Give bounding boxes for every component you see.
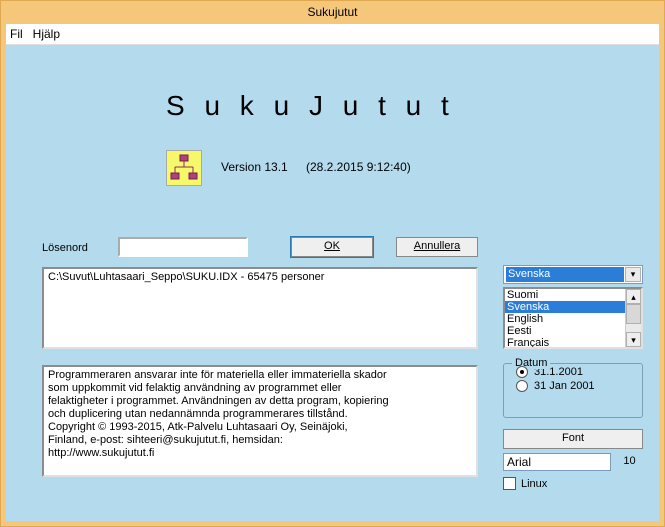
font-size-field: 10 [616, 453, 643, 471]
date-format-group: Datum 31.1.2001 31 Jan 2001 [503, 363, 643, 418]
info-line: som uppkommit vid felaktig användning av… [48, 382, 472, 395]
radio-label: 31 Jan 2001 [534, 380, 595, 392]
chevron-down-icon[interactable]: ▾ [625, 267, 641, 282]
ok-button[interactable]: OK [291, 237, 373, 257]
list-item[interactable]: Eesti [505, 325, 641, 337]
file-path-text: C:\Suvut\Luhtasaari_Seppo\SUKU.IDX - 654… [48, 271, 324, 283]
info-textbox[interactable]: Programmeraren ansvarar inte för materie… [42, 365, 478, 477]
radio-icon[interactable] [516, 380, 528, 392]
language-listbox[interactable]: Suomi Svenska English Eesti Français ▴ ▾ [503, 287, 643, 349]
build-label: (28.2.2015 9:12:40) [306, 160, 411, 174]
client-area: S u k u J u t u t Version 13.1 (28.2.201… [6, 45, 659, 521]
font-name-field[interactable]: Arial [503, 453, 611, 471]
app-window: Sukujutut Fil Hjälp S u k u J u t u t Ve… [0, 0, 665, 527]
info-line: Copyright © 1993-2015, Atk-Palvelu Luhta… [48, 421, 472, 434]
linux-label: Linux [521, 478, 547, 490]
list-item[interactable]: English [505, 313, 641, 325]
list-item[interactable]: Français [505, 337, 641, 349]
language-dropdown[interactable]: Svenska ▾ [503, 265, 643, 284]
scroll-thumb[interactable] [626, 304, 641, 324]
info-line: felaktigheter i programmet. Användningen… [48, 395, 472, 408]
password-label: Lösenord [42, 242, 88, 254]
cancel-button[interactable]: Annullera [396, 237, 478, 257]
info-line: och duplicering utan nedannämnda program… [48, 408, 472, 421]
list-item[interactable]: Suomi [505, 289, 641, 301]
font-button[interactable]: Font [503, 429, 643, 449]
linux-checkbox-row[interactable]: Linux [503, 477, 547, 490]
titlebar[interactable]: Sukujutut [1, 1, 664, 23]
language-selected: Svenska [506, 267, 624, 282]
version-label: Version 13.1 [221, 160, 288, 174]
date-option-2[interactable]: 31 Jan 2001 [516, 380, 642, 392]
cancel-button-label: Annullera [414, 240, 460, 252]
app-title: S u k u J u t u t [166, 90, 455, 122]
info-line: Programmeraren ansvarar inte för materie… [48, 369, 472, 382]
app-icon [166, 150, 202, 186]
password-input[interactable] [118, 237, 248, 257]
radio-icon[interactable] [516, 366, 528, 378]
list-item[interactable]: Svenska [505, 301, 641, 313]
info-line: Finland, e-post: sihteeri@sukujutut.fi, … [48, 434, 472, 447]
scrollbar[interactable]: ▴ ▾ [625, 289, 641, 347]
menu-help[interactable]: Hjälp [33, 27, 60, 41]
scroll-up-icon[interactable]: ▴ [626, 289, 641, 304]
linux-checkbox[interactable] [503, 477, 516, 490]
ok-button-label: OK [324, 240, 340, 252]
menubar: Fil Hjälp [6, 24, 659, 45]
info-line: http://www.sukujutut.fi [48, 447, 472, 460]
file-path-box[interactable]: C:\Suvut\Luhtasaari_Seppo\SUKU.IDX - 654… [42, 267, 478, 349]
scroll-down-icon[interactable]: ▾ [626, 332, 641, 347]
window-frame: Fil Hjälp S u k u J u t u t Version 13.1… [5, 23, 660, 522]
font-button-label: Font [562, 432, 584, 444]
menu-file[interactable]: Fil [10, 27, 23, 41]
